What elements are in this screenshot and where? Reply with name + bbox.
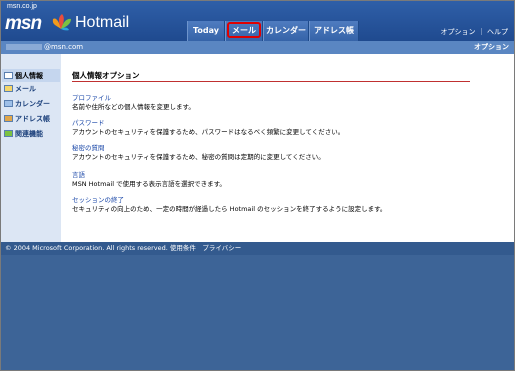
header-bar: msn.co.jp msn Hotmail Today メール カレンダー アド…: [1, 1, 514, 41]
msn-butterfly-icon: [52, 14, 71, 31]
options-sidebar: 個人情報 メール カレンダー アドレス帳 関連機能: [1, 54, 61, 242]
option-session-end: セッションの終了 セキュリティの向上のため、一定の時間が経過したら Hotmai…: [72, 196, 386, 214]
profile-link[interactable]: プロファイル: [72, 94, 195, 103]
mail-tab-highlight-box: [227, 22, 261, 38]
title-divider: [72, 81, 470, 82]
footer-bar: © 2004 Microsoft Corporation. All rights…: [1, 242, 514, 255]
msn-logo-text[interactable]: msn: [5, 13, 42, 35]
option-password: パスワード アカウントのセキュリティを保護するため、パスワードはなるべく頻繁に変…: [72, 119, 344, 137]
option-description: 名前や住所などの個人情報を変更します。: [72, 103, 195, 111]
section-title: オプション: [474, 43, 509, 51]
sidebar-item-address-book[interactable]: アドレス帳: [4, 114, 58, 124]
site-label: msn.co.jp: [7, 3, 37, 10]
option-language: 言語 MSN Hotmail で使用する表示言語を選択できます。: [72, 171, 226, 189]
redacted-username: [6, 44, 42, 50]
sidebar-item-calendar[interactable]: カレンダー: [4, 99, 58, 109]
sidebar-item-label: メール: [15, 85, 36, 93]
password-link[interactable]: パスワード: [72, 119, 344, 128]
envelope-icon: [4, 85, 13, 92]
option-secret-question: 秘密の質問 アカウントのセキュリティを保護するため、秘密の質問は定期的に変更して…: [72, 144, 325, 162]
calendar-icon: [4, 100, 13, 107]
personal-info-icon: [4, 72, 13, 79]
tab-calendar[interactable]: カレンダー: [263, 21, 309, 41]
session-end-link[interactable]: セッションの終了: [72, 196, 386, 205]
address-book-icon: [4, 115, 13, 122]
user-bar: @msn.com オプション: [1, 41, 514, 54]
sidebar-item-label: カレンダー: [15, 100, 50, 108]
option-description: アカウントのセキュリティを保護するため、パスワードはなるべく頻繁に変更してくださ…: [72, 128, 345, 136]
sidebar-item-label: 関連機能: [15, 130, 43, 138]
footer-text: © 2004 Microsoft Corporation. All rights…: [5, 244, 242, 252]
user-email-domain: @msn.com: [44, 43, 84, 51]
sidebar-item-personal-info[interactable]: 個人情報: [4, 71, 58, 81]
sidebar-item-label: アドレス帳: [15, 115, 50, 123]
option-description: セキュリティの向上のため、一定の時間が経過したら Hotmail のセッションを…: [72, 205, 387, 213]
user-email: @msn.com: [6, 41, 83, 54]
hotmail-window: msn.co.jp msn Hotmail Today メール カレンダー アド…: [0, 0, 515, 371]
main-content: 個人情報オプション プロファイル 名前や住所などの個人情報を変更します。 パスワ…: [61, 54, 514, 242]
top-links-options-help[interactable]: オプション ｜ ヘルプ: [441, 27, 508, 37]
option-description: MSN Hotmail で使用する表示言語を選択できます。: [72, 180, 226, 188]
tab-today[interactable]: Today: [187, 21, 225, 41]
option-profile: プロファイル 名前や住所などの個人情報を変更します。: [72, 94, 195, 112]
secret-question-link[interactable]: 秘密の質問: [72, 144, 325, 153]
related-features-icon: [4, 130, 13, 137]
page-title: 個人情報オプション: [72, 71, 140, 80]
hotmail-wordmark: Hotmail: [75, 14, 130, 31]
sidebar-item-mail[interactable]: メール: [4, 84, 58, 94]
sidebar-item-related[interactable]: 関連機能: [4, 129, 58, 139]
sidebar-item-label: 個人情報: [15, 72, 43, 80]
tab-address-book[interactable]: アドレス帳: [309, 21, 359, 41]
language-link[interactable]: 言語: [72, 171, 226, 180]
option-description: アカウントのセキュリティを保護するため、秘密の質問は定期的に変更してください。: [72, 153, 325, 161]
